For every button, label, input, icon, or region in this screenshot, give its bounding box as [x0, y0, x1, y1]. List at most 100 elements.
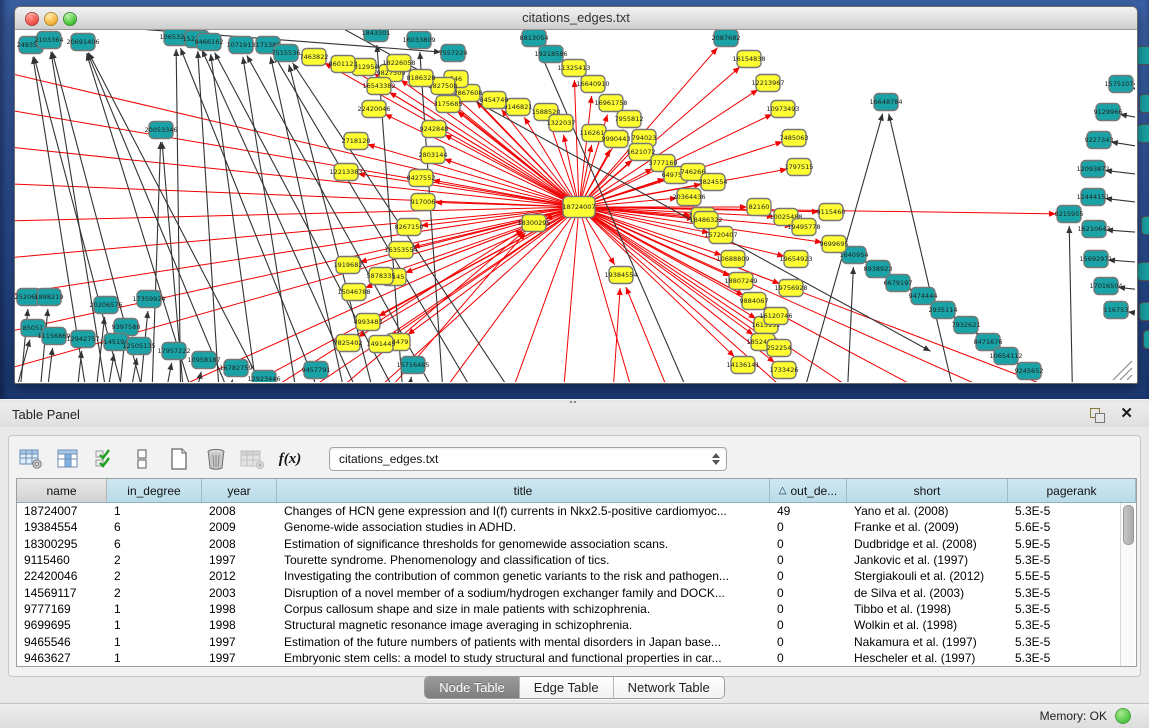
graph-node[interactable]: 9129966	[1094, 104, 1123, 121]
graph-node[interactable]: 12093872	[1076, 161, 1109, 178]
column-header-year[interactable]: year	[202, 479, 277, 502]
table-cell[interactable]: Franke et al. (2009)	[847, 520, 1008, 534]
graph-node[interactable]: 2803144	[419, 147, 448, 164]
graph-node[interactable]: 9884067	[740, 293, 769, 310]
table-cell[interactable]: 9465546	[17, 635, 107, 649]
graph-node[interactable]: 8601123	[329, 56, 358, 73]
graph-node[interactable]: 9115460	[817, 204, 846, 221]
table-row[interactable]: 946362711997Embryonic stem cells: a mode…	[17, 650, 1136, 666]
table-cell[interactable]: Yano et al. (2008)	[847, 504, 1008, 518]
table-row[interactable]: 2242004622012Investigating the contribut…	[17, 568, 1136, 584]
table-cell[interactable]: 0	[770, 602, 847, 616]
graph-node[interactable]: 1919682	[334, 257, 363, 274]
graph-node[interactable]: 9699695	[820, 236, 849, 253]
table-cell[interactable]: Tibbo et al. (1998)	[847, 602, 1008, 616]
table-cell[interactable]: 2003	[202, 586, 277, 600]
graph-node[interactable]: 15046788	[337, 284, 370, 301]
table-row[interactable]: 1872400712008Changes of HCN gene express…	[17, 503, 1136, 519]
table-cell[interactable]: 1	[107, 618, 202, 632]
table-cell[interactable]: Stergiakouli et al. (2012)	[847, 569, 1008, 583]
table-cell[interactable]: 1998	[202, 618, 277, 632]
table-cell[interactable]: Hescheler et al. (1997)	[847, 651, 1008, 665]
graph-node[interactable]: 1888219	[35, 289, 64, 306]
table-cell[interactable]: 5.3E-5	[1008, 553, 1136, 567]
table-cell[interactable]: 18300295	[17, 537, 107, 551]
graph-node[interactable]: 15716485	[396, 357, 429, 374]
graph-node[interactable]: 16640910	[576, 76, 609, 93]
graph-node[interactable]: 18807249	[724, 273, 757, 290]
graph-node[interactable]: 3824554	[699, 174, 728, 191]
graph-node[interactable]: 2087682	[712, 30, 741, 47]
graph-node[interactable]: 10654112	[989, 348, 1022, 365]
table-cell[interactable]: 1	[107, 504, 202, 518]
graph-node[interactable]: 20053346	[144, 122, 177, 139]
table-row[interactable]: 911546021997Tourette syndrome. Phenomeno…	[17, 552, 1136, 568]
graph-node[interactable]: 14136141	[726, 357, 759, 374]
table-cell[interactable]: 2	[107, 569, 202, 583]
function-builder-button[interactable]: f(x)	[276, 445, 304, 473]
table-cell[interactable]: 0	[770, 651, 847, 665]
table-cell[interactable]: 0	[770, 553, 847, 567]
graph-node[interactable]: 19495778	[787, 219, 820, 236]
graph-node[interactable]: 20364436	[672, 189, 705, 206]
graph-node[interactable]: 18226058	[382, 55, 415, 72]
column-visibility-button[interactable]	[54, 445, 82, 473]
table-cell[interactable]: 5.5E-5	[1008, 569, 1136, 583]
graph-node[interactable]: 19756928	[774, 280, 807, 297]
graph-node[interactable]: 7557224	[439, 45, 468, 62]
table-row[interactable]: 946554611997Estimation of the future num…	[17, 633, 1136, 649]
table-cell[interactable]: 1997	[202, 553, 277, 567]
table-cell[interactable]: 2	[107, 586, 202, 600]
column-header-name[interactable]: name	[17, 479, 107, 502]
graph-node[interactable]: 22420046	[357, 101, 390, 118]
graph-node[interactable]: 18486322	[689, 212, 722, 229]
graph-node[interactable]: 2935114	[929, 302, 958, 319]
graph-node[interactable]: 16782759	[219, 360, 252, 377]
table-selector-dropdown[interactable]: citations_edges.txt	[329, 447, 727, 471]
table-cell[interactable]: 1	[107, 635, 202, 649]
graph-node[interactable]: 20691406	[66, 34, 99, 51]
table-cell[interactable]: 5.3E-5	[1008, 618, 1136, 632]
graph-node[interactable]: 7825402	[334, 335, 363, 352]
table-cell[interactable]: 9115460	[17, 553, 107, 567]
graph-node[interactable]: 10958187	[187, 352, 220, 369]
graph-node[interactable]: 9242848	[420, 121, 449, 138]
table-cell[interactable]: 5.3E-5	[1008, 651, 1136, 665]
graph-node[interactable]: 116753	[1104, 302, 1129, 319]
graph-node[interactable]: 1322037	[547, 115, 576, 132]
graph-node[interactable]: 16120746	[759, 308, 792, 325]
graph-node[interactable]: 2718120	[342, 133, 371, 150]
graph-node[interactable]: 1071913	[227, 37, 256, 54]
column-header-short[interactable]: short	[847, 479, 1008, 502]
table-cell[interactable]: 9463627	[17, 651, 107, 665]
table-cell[interactable]: 5.3E-5	[1008, 504, 1136, 518]
table-row[interactable]: 977716911998Corpus callosum shape and si…	[17, 601, 1136, 617]
table-cell[interactable]: 0	[770, 586, 847, 600]
graph-node[interactable]: 19384554	[604, 267, 637, 284]
table-cell[interactable]: Estimation of the future numbers of pati…	[277, 635, 770, 649]
table-cell[interactable]: 5.3E-5	[1008, 602, 1136, 616]
table-cell[interactable]: 1	[107, 651, 202, 665]
table-cell[interactable]: Nakamura et al. (1997)	[847, 635, 1008, 649]
graph-node[interactable]: 16033809	[402, 32, 435, 49]
table-row[interactable]: 1938455462009Genome-wide association stu…	[17, 519, 1136, 535]
column-header-in_degree[interactable]: in_degree	[107, 479, 202, 502]
table-cell[interactable]: 22420046	[17, 569, 107, 583]
table-scrollbar[interactable]	[1120, 503, 1135, 666]
graph-node[interactable]: 9466162	[195, 34, 224, 51]
table-cell[interactable]: 2	[107, 553, 202, 567]
table-cell[interactable]: Jankovic et al. (1997)	[847, 553, 1008, 567]
graph-node[interactable]: 12444151	[1076, 189, 1109, 206]
graph-node[interactable]: 917006	[411, 194, 436, 211]
table-cell[interactable]: 6	[107, 537, 202, 551]
table-cell[interactable]: 1997	[202, 635, 277, 649]
graph-node[interactable]: 6679197	[884, 275, 913, 292]
table-cell[interactable]: Estimation of significance thresholds fo…	[277, 537, 770, 551]
graph-node[interactable]: 12505135	[122, 338, 155, 355]
table-cell[interactable]: 0	[770, 569, 847, 583]
table-cell[interactable]: Embryonic stem cells: a model to study s…	[277, 651, 770, 665]
graph-node[interactable]: 16648784	[869, 94, 902, 111]
table-cell[interactable]: 1	[107, 602, 202, 616]
graph-node[interactable]: 18724007	[562, 197, 595, 218]
column-header-pagerank[interactable]: pagerank	[1008, 479, 1136, 502]
